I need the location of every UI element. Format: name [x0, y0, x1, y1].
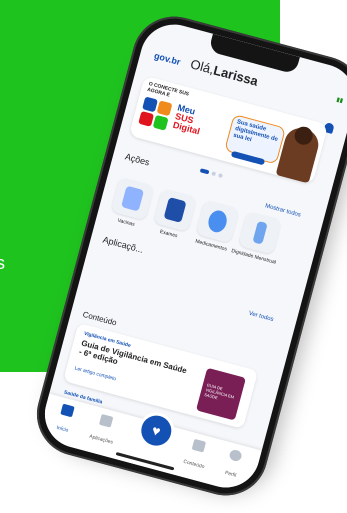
- apps-icon: [98, 413, 114, 428]
- heart-icon[interactable]: ♥: [134, 408, 179, 453]
- tab-apps-label: Aplicações: [88, 433, 114, 446]
- actions-title: Ações: [123, 151, 151, 168]
- action-tile-exams[interactable]: [153, 187, 198, 233]
- apps-title: Aplicaçõ...: [101, 234, 145, 255]
- tab-profile-label: Perfil: [224, 469, 237, 479]
- tab-content-label: Conteúdo: [182, 458, 206, 471]
- tab-profile[interactable]: Perfil: [212, 446, 255, 485]
- action-tile-medicines[interactable]: [195, 199, 240, 244]
- card-cover-image: GUIA DE VIGILÂNCIA EM SAÚDE: [195, 367, 246, 421]
- background-text: s: [0, 253, 5, 273]
- see-all-apps-link[interactable]: Ver todos: [248, 311, 274, 323]
- medicine-icon: [206, 208, 230, 235]
- brand-logo: gov.br: [153, 50, 182, 68]
- exam-icon: [163, 197, 187, 223]
- content-icon: [191, 438, 207, 453]
- card-cover-text: GUIA DE VIGILÂNCIA EM SAÚDE: [203, 382, 235, 401]
- card-read-more-link[interactable]: Ler artigo completo: [74, 365, 117, 382]
- card-title: Guia de Vigilância em Saúde - 6ª edição: [78, 338, 188, 376]
- tab-content[interactable]: Conteúdo: [175, 436, 218, 475]
- meu-sus-digital-logo-icon: [138, 96, 175, 133]
- tab-home[interactable]: Início: [44, 400, 87, 439]
- tab-home-label: Início: [55, 424, 70, 434]
- home-indicator[interactable]: [115, 452, 175, 471]
- menstrual-icon: [252, 220, 268, 245]
- vaccine-icon: [121, 185, 145, 212]
- tab-apps[interactable]: Aplicações: [82, 411, 125, 450]
- action-tile-menstrual-dignity[interactable]: [238, 210, 283, 255]
- action-tile-vaccines[interactable]: [110, 176, 155, 221]
- banner-logo-text: Meu SUS Digital: [172, 102, 206, 136]
- user-name: Larissa: [211, 62, 260, 89]
- status-signal-icon: ▮▮: [335, 97, 344, 105]
- profile-icon: [228, 448, 243, 463]
- home-icon: [60, 403, 75, 418]
